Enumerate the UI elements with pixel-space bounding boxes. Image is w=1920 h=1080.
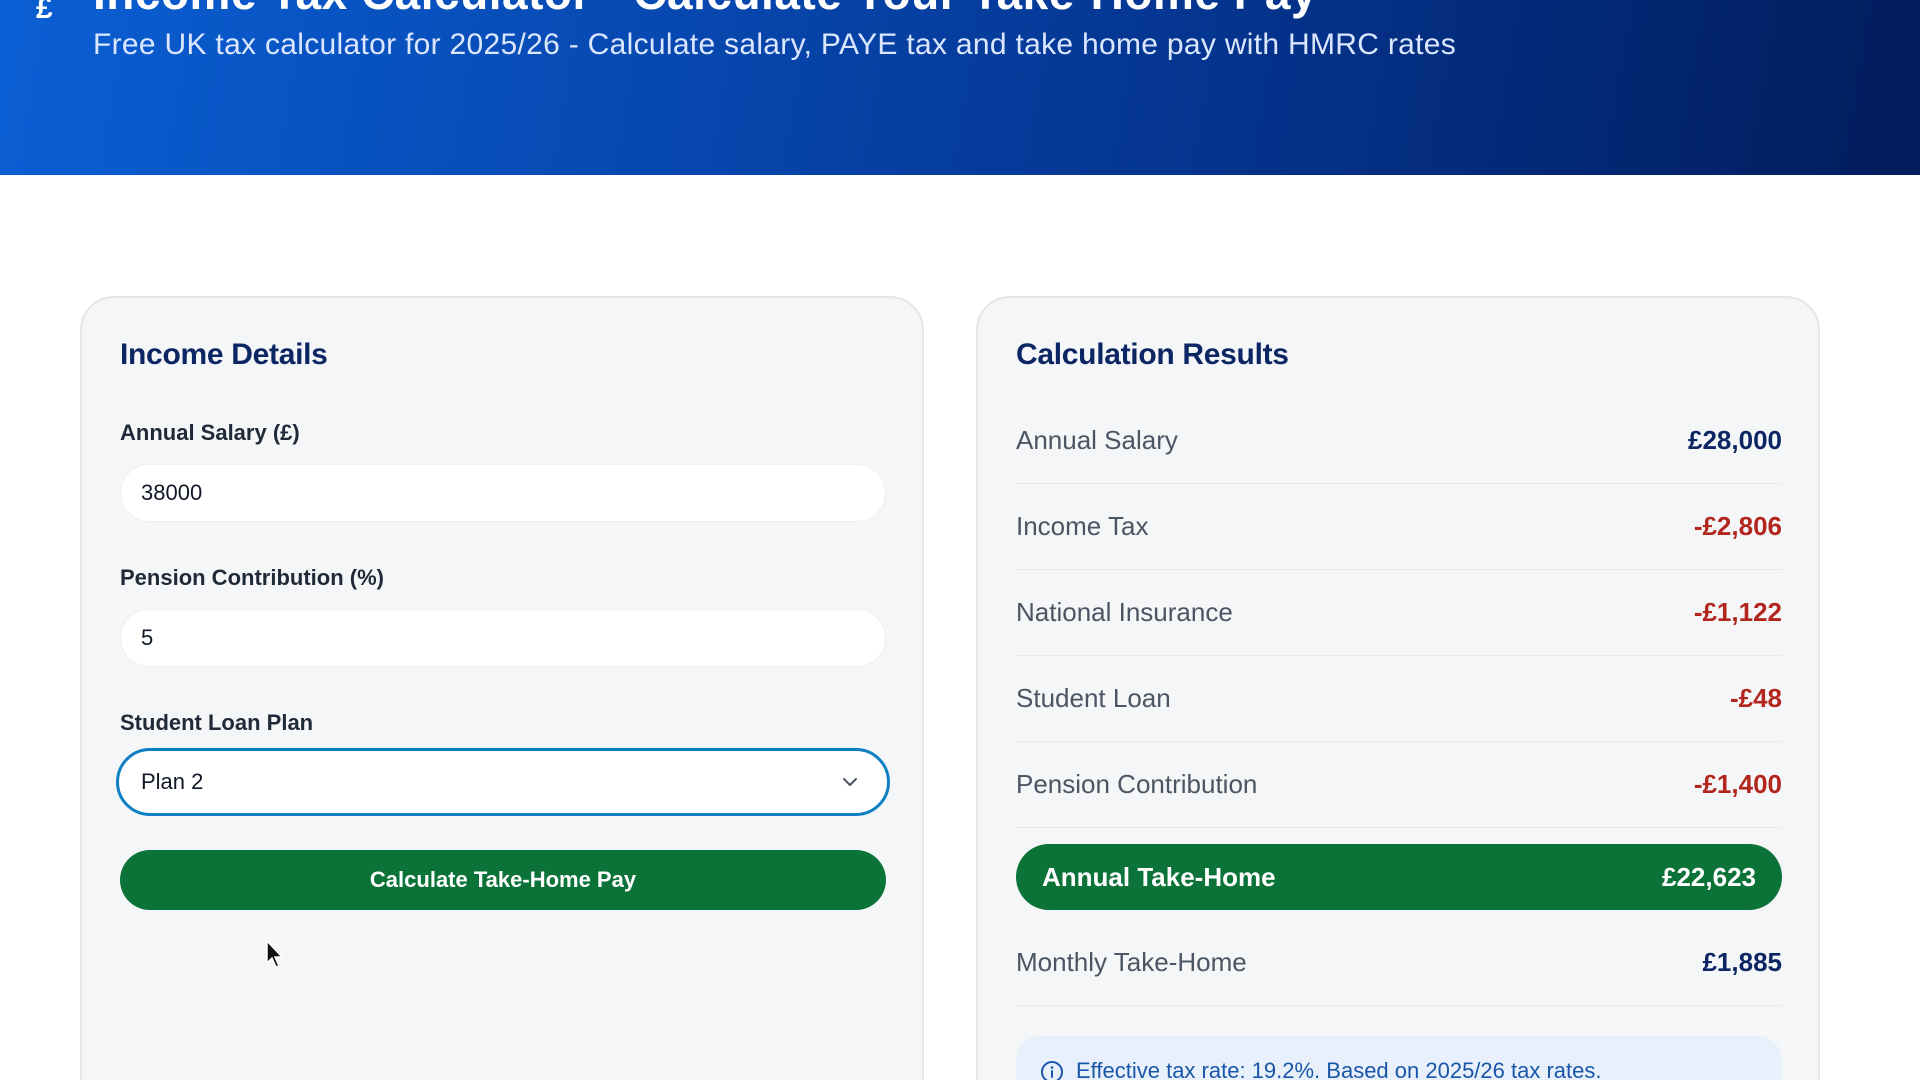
- result-value: -£48: [1729, 683, 1782, 713]
- pension-contribution-input[interactable]: 5: [120, 609, 886, 667]
- pension-contribution-label: Pension Contribution (%): [120, 565, 384, 590]
- info-icon: [1041, 1061, 1063, 1080]
- page-title: Income Tax Calculator - Calculate Your T…: [93, 0, 1317, 20]
- chevron-down-icon: [843, 778, 857, 786]
- calculation-results-title: Calculation Results: [1016, 338, 1289, 371]
- page-header: £ Income Tax Calculator - Calculate Your…: [0, 0, 1920, 175]
- result-row-student-loan: Student Loan -£48: [1016, 656, 1782, 742]
- result-row-income-tax: Income Tax -£2,806: [1016, 484, 1782, 570]
- effective-tax-info: Effective tax rate: 19.2%. Based on 2025…: [1016, 1036, 1782, 1080]
- result-label: Student Loan: [1016, 683, 1171, 713]
- annual-salary-label: Annual Salary (£): [120, 420, 300, 445]
- result-value: -£1,400: [1693, 769, 1782, 799]
- pension-contribution-value: 5: [141, 625, 154, 650]
- result-row-national-insurance: National Insurance -£1,122: [1016, 570, 1782, 656]
- monthly-take-home-label: Monthly Take-Home: [1016, 947, 1247, 977]
- calculation-results-card: Calculation Results Annual Salary £28,00…: [976, 296, 1820, 1080]
- mouse-cursor-icon: [266, 940, 284, 968]
- annual-salary-value: 38000: [141, 480, 203, 505]
- annual-take-home-banner: Annual Take-Home £22,623: [1016, 844, 1782, 910]
- result-row-pension-contribution: Pension Contribution -£1,400: [1016, 742, 1782, 828]
- result-label: Pension Contribution: [1016, 769, 1258, 799]
- calculate-take-home-button[interactable]: Calculate Take-Home Pay: [120, 850, 886, 910]
- monthly-take-home-value: £1,885: [1702, 947, 1782, 977]
- annual-salary-input[interactable]: 38000: [120, 464, 886, 522]
- annual-take-home-value: £22,623: [1662, 861, 1756, 892]
- income-details-title: Income Details: [120, 338, 328, 371]
- effective-tax-text: Effective tax rate: 19.2%. Based on 2025…: [1076, 1058, 1602, 1080]
- result-label: National Insurance: [1016, 597, 1233, 627]
- student-loan-plan-value: Plan 2: [141, 769, 204, 794]
- page-subtitle: Free UK tax calculator for 2025/26 - Cal…: [93, 28, 1457, 61]
- result-value: -£2,806: [1693, 511, 1782, 541]
- student-loan-plan-label: Student Loan Plan: [120, 710, 314, 735]
- result-label: Annual Salary: [1016, 425, 1178, 455]
- result-value: -£1,122: [1693, 597, 1782, 627]
- student-loan-plan-select[interactable]: Plan 2: [116, 748, 890, 816]
- result-row-monthly-take-home: Monthly Take-Home £1,885: [1016, 920, 1782, 1006]
- pound-sign-icon: £: [36, 0, 53, 25]
- annual-take-home-label: Annual Take-Home: [1042, 861, 1276, 892]
- result-value: £28,000: [1688, 425, 1782, 455]
- result-label: Income Tax: [1016, 511, 1149, 541]
- income-details-card: Income Details Annual Salary (£) 38000 P…: [80, 296, 924, 1080]
- result-row-annual-salary: Annual Salary £28,000: [1016, 398, 1782, 484]
